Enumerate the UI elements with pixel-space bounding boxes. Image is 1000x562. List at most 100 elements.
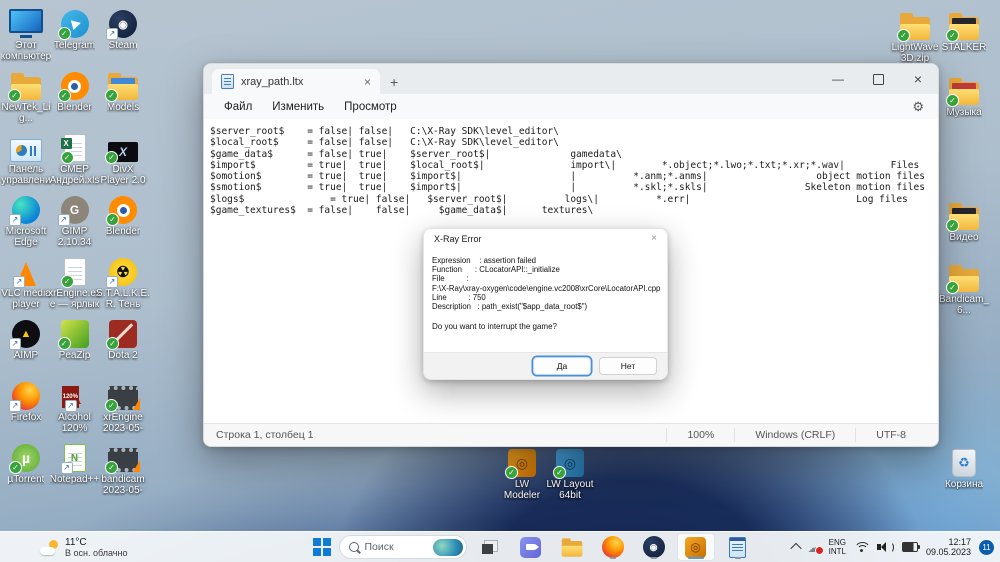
dialog-titlebar[interactable]: X-Ray Error × xyxy=(424,229,667,248)
folder-icon: ✓ xyxy=(946,260,979,294)
taskbar-notepad-button[interactable] xyxy=(720,534,756,560)
desktop-icon-vlc-12[interactable]: ↗ VLC media player xyxy=(1,254,51,310)
desktop-icon-lw-blue-1[interactable]: ◎ ✓ LW Layout 64bit xyxy=(545,445,595,501)
desktop-icon-recycle-5[interactable]: ♻ Корзина xyxy=(939,445,989,490)
menu-view[interactable]: Просмотр xyxy=(334,101,407,113)
new-tab-icon[interactable]: + xyxy=(390,75,398,89)
desktop-icon-lw-orange-0[interactable]: ◎✓LW Modeler 64bit xyxy=(497,445,547,501)
desktop-icon-divx-8[interactable]: X✓DivX Player 2.0 Alpha xyxy=(98,130,148,186)
no-button[interactable]: Нет xyxy=(599,357,657,375)
taskbar-steam-button[interactable]: ◉ xyxy=(636,534,672,560)
battery-icon[interactable] xyxy=(901,542,920,552)
taskbar-explorer-button[interactable] xyxy=(554,534,590,560)
tab-close-icon[interactable]: × xyxy=(364,76,371,88)
volume-icon[interactable] xyxy=(876,541,894,553)
tab-xray-path[interactable]: xray_path.ltx × xyxy=(212,69,380,94)
sync-check-badge-icon: ✓ xyxy=(9,461,22,474)
desktop-icon-blender-4[interactable]: ✓ Blender xyxy=(50,68,100,113)
sync-check-badge-icon: ✓ xyxy=(105,461,118,474)
yes-button[interactable]: Да xyxy=(533,357,591,375)
sync-check-badge-icon: ✓ xyxy=(946,29,959,42)
sync-check-badge-icon: ✓ xyxy=(553,466,566,479)
desktop-icon-blender-11[interactable]: ✓ Blender xyxy=(98,192,148,237)
aimp-icon: ▲ ↗ xyxy=(9,316,40,350)
wifi-icon[interactable] xyxy=(853,541,869,553)
desktop-icon-edge-9[interactable]: ↗ Microsoft Edge xyxy=(1,192,51,248)
alcohol-icon: A120%↗ xyxy=(61,378,81,412)
minimize-button[interactable]: — xyxy=(818,64,858,94)
blender-icon: ✓ xyxy=(106,192,137,226)
desktop-icon-label: Models xyxy=(106,102,140,113)
language-indicator[interactable]: ENG INTL xyxy=(829,538,846,556)
taskbar-taskview-button[interactable] xyxy=(472,534,508,560)
desktop-icon-folder-music-2[interactable]: ✓ Музыка xyxy=(939,73,989,118)
desktop-icon-steam-2[interactable]: ◉ ↗ Steam xyxy=(98,6,148,51)
desktop-icon-label: xrEngine 2023-05-07 ... xyxy=(102,412,144,434)
desktop-icon-aimp-15[interactable]: ▲ ↗ AIMP xyxy=(1,316,51,361)
desktop-icon-alcohol-19[interactable]: A120%↗Alcohol 120% xyxy=(50,378,100,434)
folder-icon: ✓ xyxy=(8,68,41,102)
sync-check-badge-icon: ✓ xyxy=(106,337,119,350)
sync-check-badge-icon: ✓ xyxy=(505,466,518,479)
blender-icon: ✓ xyxy=(57,68,89,102)
desktop-icon-film-23[interactable]: ✓bandicam 2023-05-08 ... xyxy=(98,440,148,496)
dialog-close-icon[interactable]: × xyxy=(651,233,657,244)
utorrent-icon: µ ✓ xyxy=(9,440,40,474)
monitor-icon xyxy=(9,6,43,38)
desktop-icon-dota-17[interactable]: ✓ Dota 2 xyxy=(98,316,148,361)
desktop-icon-label: СМЕР Андрей.xlsx xyxy=(49,164,100,186)
gimp-icon: G ↗ xyxy=(57,192,89,226)
sync-check-badge-icon: ✓ xyxy=(60,275,74,288)
desktop-icon-folder-dark-1[interactable]: ✓ STALKER xyxy=(939,8,989,53)
close-button[interactable]: × xyxy=(898,64,938,94)
desktop-icon-utorrent-21[interactable]: µ ✓ µTorrent xyxy=(1,440,51,485)
maximize-button[interactable] xyxy=(858,64,898,94)
desktop-icon-folder-blue-5[interactable]: ✓ Models xyxy=(98,68,148,113)
shortcut-arrow-badge-icon: ↗ xyxy=(64,400,77,412)
search-input[interactable]: Поиск xyxy=(338,535,467,559)
desktop-icon-peazip-16[interactable]: ✓ PeaZip xyxy=(50,316,100,361)
taskbar-chat-button[interactable] xyxy=(513,534,549,560)
gear-icon[interactable]: ⚙ xyxy=(912,99,924,115)
desktop-icon-firefox-18[interactable]: ↗ Firefox xyxy=(1,378,51,423)
xray-error-dialog: X-Ray Error × Expression : assertion fai… xyxy=(423,228,668,380)
tray-chevron-up-icon[interactable] xyxy=(789,542,802,555)
desktop-icon-folder-3[interactable]: ✓ NewTek_Lig... xyxy=(1,68,51,124)
desktop-icon-label: Этот компьютер xyxy=(0,40,52,62)
desktop-icon-label: Microsoft Edge xyxy=(5,226,47,248)
search-icon xyxy=(348,542,359,552)
desktop-icon-telegram-1[interactable]: ✓ Telegram xyxy=(50,6,100,51)
menu-file[interactable]: Файл xyxy=(214,101,262,113)
desktop-icon-folder-0[interactable]: ✓ LightWave 3D.zip xyxy=(890,8,940,64)
desktop-icon-doc-13[interactable]: ✓ xrEngine.exe — ярлык xyxy=(48,254,101,310)
start-button[interactable] xyxy=(310,534,334,560)
time: 12:17 xyxy=(948,537,971,547)
zoom-level[interactable]: 100% xyxy=(666,428,734,442)
desktop-icon-folder-dark-3[interactable]: ✓ Видео xyxy=(939,198,989,243)
encoding[interactable]: UTF-8 xyxy=(855,428,926,442)
desktop-icon-monitor-0[interactable]: Этот компьютер xyxy=(1,6,51,62)
desktop-icon-folder-4[interactable]: ✓ Bandicam_6... xyxy=(939,260,989,316)
desktop-icon-controlpanel-6[interactable]: Панель управления xyxy=(1,130,51,186)
desktop-icon-gimp-10[interactable]: G ↗ GIMP 2.10.34 xyxy=(50,192,100,248)
taskbar-lightwave-modeler-button[interactable]: ◎ xyxy=(676,533,715,561)
sync-check-badge-icon: ✓ xyxy=(8,89,21,102)
desktop-icon-excel-7[interactable]: X✓СМЕР Андрей.xlsx xyxy=(50,130,100,186)
menu-edit[interactable]: Изменить xyxy=(262,101,334,113)
language-bottom: INTL xyxy=(828,547,846,556)
weather-widget[interactable]: 11°C В осн. облачно xyxy=(40,532,127,562)
desktop-icon-label: AIMP xyxy=(13,350,39,361)
onedrive-error-icon[interactable]: ☁ xyxy=(808,541,824,555)
desktop-icon-notepadpp-22[interactable]: N ↗ Notepad++ xyxy=(50,440,100,485)
dialog-question: Do you want to interrupt the game? xyxy=(432,322,557,332)
desktop-icon-film-20[interactable]: ✓xrEngine 2023-05-07 ... xyxy=(98,378,148,434)
taskbar-firefox-button[interactable] xyxy=(595,534,631,560)
system-tray: ☁ ENG INTL 12:17 09.05.2023 11 xyxy=(789,532,994,562)
line-ending[interactable]: Windows (CRLF) xyxy=(734,428,855,442)
notepad-titlebar[interactable]: xray_path.ltx × + — × xyxy=(204,64,938,94)
shortcut-arrow-badge-icon: ↗ xyxy=(9,400,21,412)
clock[interactable]: 12:17 09.05.2023 xyxy=(926,537,971,557)
chat-icon xyxy=(520,536,541,558)
desktop-icon-radiation-14[interactable]: ☢↗S.T.A.L.K.E.R. Тень Черн... xyxy=(96,254,150,310)
notification-badge[interactable]: 11 xyxy=(979,539,994,555)
